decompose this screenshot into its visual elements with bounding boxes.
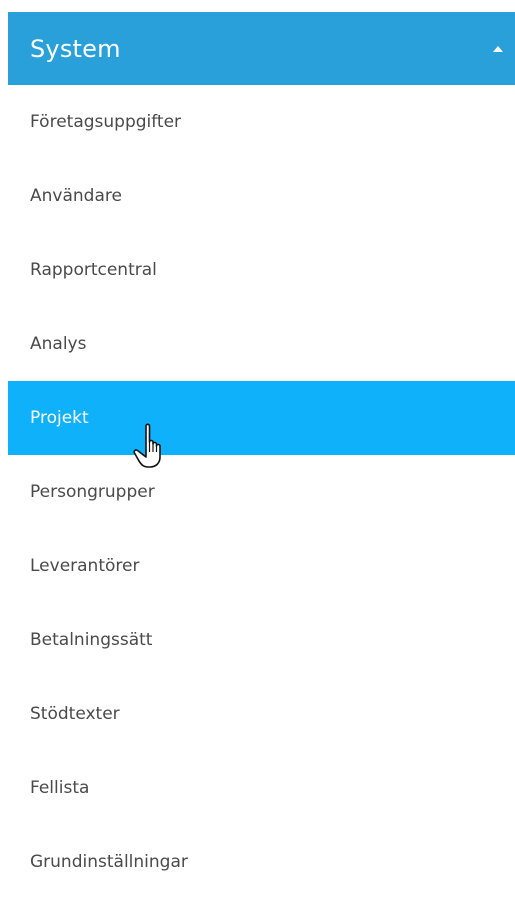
menu-item-persongrupper[interactable]: Persongrupper bbox=[8, 455, 515, 529]
menu-item-anvandare[interactable]: Användare bbox=[8, 159, 515, 233]
menu-item-foretagsuppgifter[interactable]: Företagsuppgifter bbox=[8, 85, 515, 159]
menu-item-leverantorer[interactable]: Leverantörer bbox=[8, 529, 515, 603]
menu-item-label: Användare bbox=[30, 186, 122, 206]
menu-item-analys[interactable]: Analys bbox=[8, 307, 515, 381]
menu-item-projekt[interactable]: Projekt bbox=[8, 381, 515, 455]
menu-item-label: Leverantörer bbox=[30, 556, 140, 576]
menu-list: Företagsuppgifter Användare Rapportcentr… bbox=[8, 85, 515, 899]
menu-item-label: Projekt bbox=[30, 408, 89, 428]
system-menu-header[interactable]: System bbox=[8, 12, 515, 85]
menu-item-label: Analys bbox=[30, 334, 87, 354]
menu-item-grundinstallningar[interactable]: Grundinställningar bbox=[8, 825, 515, 899]
menu-item-label: Rapportcentral bbox=[30, 260, 157, 280]
menu-item-label: Stödtexter bbox=[30, 704, 120, 724]
menu-item-rapportcentral[interactable]: Rapportcentral bbox=[8, 233, 515, 307]
menu-item-fellista[interactable]: Fellista bbox=[8, 751, 515, 825]
caret-up-icon[interactable] bbox=[493, 45, 503, 52]
menu-item-label: Företagsuppgifter bbox=[30, 112, 182, 132]
menu-title: System bbox=[30, 34, 121, 63]
menu-item-betalningssatt[interactable]: Betalningssätt bbox=[8, 603, 515, 677]
menu-item-label: Fellista bbox=[30, 778, 90, 798]
menu-item-stodtexter[interactable]: Stödtexter bbox=[8, 677, 515, 751]
menu-item-label: Grundinställningar bbox=[30, 852, 188, 872]
system-menu: System Företagsuppgifter Användare Rappo… bbox=[8, 12, 515, 899]
menu-item-label: Betalningssätt bbox=[30, 630, 153, 650]
menu-item-label: Persongrupper bbox=[30, 482, 155, 502]
